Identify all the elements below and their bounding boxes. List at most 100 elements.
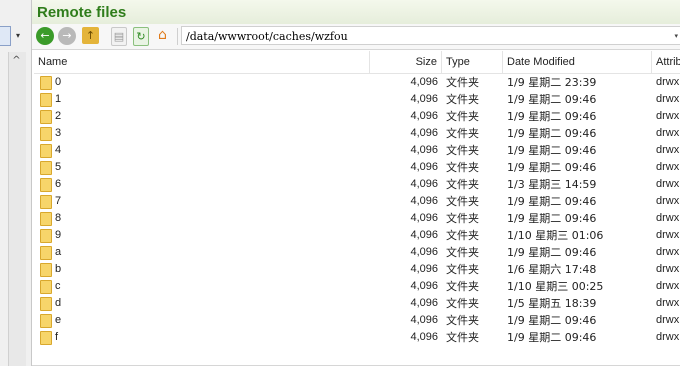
file-type: 文件夹 (446, 110, 479, 123)
file-name: a (55, 246, 62, 258)
file-row[interactable]: 1 4,096 文件夹 1/9 星期二 09:46 drwx (34, 91, 680, 108)
file-row[interactable]: b 4,096 文件夹 1/6 星期六 17:48 drwx (34, 261, 680, 278)
file-size: 4,096 (410, 263, 438, 275)
file-date-modified: 1/9 星期二 09:46 (507, 93, 597, 106)
path-dropdown-icon[interactable]: ▾ (674, 32, 678, 40)
folder-icon (40, 178, 52, 192)
column-header-attributes[interactable]: Attributes (652, 51, 680, 73)
parent-folder-icon[interactable]: ↑ (82, 27, 99, 44)
file-name: 3 (55, 127, 62, 139)
file-attributes: drwx (656, 246, 680, 258)
file-date-modified: 1/5 星期五 18:39 (507, 297, 597, 310)
forward-arrow-icon[interactable]: → (58, 27, 76, 45)
file-row[interactable]: 7 4,096 文件夹 1/9 星期二 09:46 drwx (34, 193, 680, 210)
file-row[interactable]: f 4,096 文件夹 1/9 星期二 09:46 drwx (34, 329, 680, 346)
file-attributes: drwx (656, 314, 680, 326)
file-row[interactable]: 5 4,096 文件夹 1/9 星期二 09:46 drwx (34, 159, 680, 176)
file-name: 2 (55, 110, 62, 122)
file-type: 文件夹 (446, 314, 479, 327)
file-date-modified: 1/9 星期二 09:46 (507, 246, 597, 259)
file-list-header: Name Size Type Date Modified Attributes (34, 51, 680, 74)
file-row[interactable]: 8 4,096 文件夹 1/9 星期二 09:46 drwx (34, 210, 680, 227)
file-type: 文件夹 (446, 280, 479, 293)
pane-title: Remote files (37, 4, 127, 21)
refresh-icon[interactable]: ↻ (133, 27, 149, 46)
file-size: 4,096 (410, 110, 438, 122)
file-date-modified: 1/10 星期三 00:25 (507, 280, 604, 293)
scroll-up-icon[interactable]: ^ (8, 52, 25, 69)
file-attributes: drwx (656, 161, 680, 173)
local-view-button[interactable] (0, 26, 11, 46)
folder-icon (40, 297, 52, 311)
file-size: 4,096 (410, 178, 438, 190)
file-row[interactable]: 0 4,096 文件夹 1/9 星期二 23:39 drwx (34, 74, 680, 91)
column-header-date[interactable]: Date Modified (503, 51, 652, 73)
file-size: 4,096 (410, 93, 438, 105)
file-name: e (55, 314, 62, 326)
back-arrow-icon[interactable]: ← (36, 27, 54, 45)
folder-icon (40, 263, 52, 277)
file-date-modified: 1/10 星期三 01:06 (507, 229, 604, 242)
file-icon[interactable]: ▤ (111, 27, 127, 46)
file-name: 8 (55, 212, 62, 224)
home-icon[interactable]: ⌂ (154, 27, 171, 44)
file-row[interactable]: 3 4,096 文件夹 1/9 星期二 09:46 drwx (34, 125, 680, 142)
file-attributes: drwx (656, 280, 680, 292)
file-date-modified: 1/9 星期二 09:46 (507, 195, 597, 208)
file-row[interactable]: a 4,096 文件夹 1/9 星期二 09:46 drwx (34, 244, 680, 261)
file-name: f (55, 331, 59, 343)
file-type: 文件夹 (446, 178, 479, 191)
file-date-modified: 1/9 星期二 09:46 (507, 331, 597, 344)
file-attributes: drwx (656, 110, 680, 122)
file-date-modified: 1/9 星期二 09:46 (507, 161, 597, 174)
toolbar-divider (177, 28, 178, 45)
file-date-modified: 1/6 星期六 17:48 (507, 263, 597, 276)
file-name: c (55, 280, 61, 292)
file-name: 1 (55, 93, 62, 105)
file-size: 4,096 (410, 212, 438, 224)
file-type: 文件夹 (446, 195, 479, 208)
file-name: b (55, 263, 62, 275)
folder-icon (40, 246, 52, 260)
file-attributes: drwx (656, 297, 680, 309)
file-name: d (55, 297, 62, 309)
file-size: 4,096 (410, 280, 438, 292)
file-date-modified: 1/9 星期二 09:46 (507, 127, 597, 140)
column-header-size[interactable]: Size (370, 51, 442, 73)
file-date-modified: 1/9 星期二 09:46 (507, 212, 597, 225)
file-type: 文件夹 (446, 144, 479, 157)
file-row[interactable]: c 4,096 文件夹 1/10 星期三 00:25 drwx (34, 278, 680, 295)
folder-icon (40, 314, 52, 328)
folder-icon (40, 229, 52, 243)
column-header-name[interactable]: Name (34, 51, 370, 73)
file-name: 5 (55, 161, 62, 173)
file-type: 文件夹 (446, 76, 479, 89)
file-row[interactable]: e 4,096 文件夹 1/9 星期二 09:46 drwx (34, 312, 680, 329)
file-attributes: drwx (656, 144, 680, 156)
file-date-modified: 1/9 星期二 09:46 (507, 144, 597, 157)
file-row[interactable]: 4 4,096 文件夹 1/9 星期二 09:46 drwx (34, 142, 680, 159)
folder-icon (40, 331, 52, 345)
file-type: 文件夹 (446, 127, 479, 140)
local-scrollbar[interactable] (8, 52, 26, 366)
file-size: 4,096 (410, 297, 438, 309)
file-size: 4,096 (410, 127, 438, 139)
path-input[interactable]: /data/wwwroot/caches/wzfou (181, 26, 680, 45)
local-pane-edge: ▾ ^ (0, 0, 32, 366)
column-header-type[interactable]: Type (442, 51, 503, 73)
file-row[interactable]: d 4,096 文件夹 1/5 星期五 18:39 drwx (34, 295, 680, 312)
file-name: 9 (55, 229, 62, 241)
file-date-modified: 1/9 星期二 23:39 (507, 76, 597, 89)
file-name: 6 (55, 178, 62, 190)
file-attributes: drwx (656, 178, 680, 190)
file-size: 4,096 (410, 246, 438, 258)
file-attributes: drwx (656, 195, 680, 207)
local-view-dropdown-icon[interactable]: ▾ (16, 31, 20, 40)
file-row[interactable]: 9 4,096 文件夹 1/10 星期三 01:06 drwx (34, 227, 680, 244)
folder-icon (40, 144, 52, 158)
file-size: 4,096 (410, 144, 438, 156)
file-row[interactable]: 6 4,096 文件夹 1/3 星期三 14:59 drwx (34, 176, 680, 193)
file-type: 文件夹 (446, 212, 479, 225)
file-attributes: drwx (656, 76, 680, 88)
file-row[interactable]: 2 4,096 文件夹 1/9 星期二 09:46 drwx (34, 108, 680, 125)
